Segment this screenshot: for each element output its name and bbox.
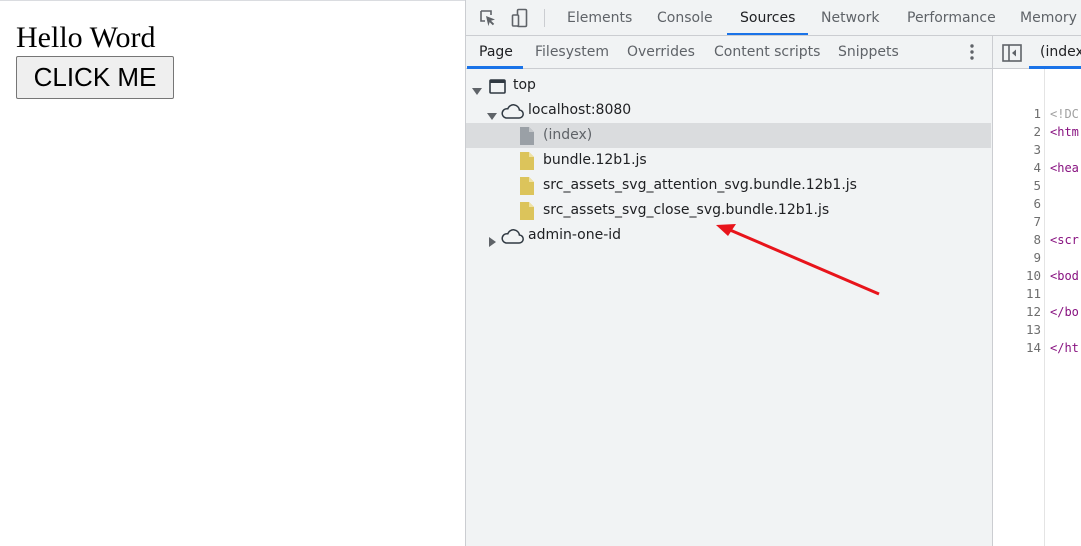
editor-tabbar: (index) <box>993 36 1081 69</box>
tab-performance[interactable]: Performance <box>907 0 996 36</box>
tab-page[interactable]: Page <box>479 36 513 69</box>
line-number: 6 <box>1033 196 1041 211</box>
code-text: <htm <box>1050 125 1079 139</box>
source-editor: (index) 1<!DC2<htm34<hea5678<scr910<bod1… <box>993 36 1081 546</box>
tree-item-label: bundle.12b1.js <box>543 152 647 168</box>
code-text: </bo <box>1050 305 1079 319</box>
line-number: 11 <box>1025 286 1041 301</box>
code-line[interactable]: 9 <box>993 249 1081 267</box>
code-line[interactable]: 11 <box>993 285 1081 303</box>
expanded-arrow-icon[interactable] <box>472 81 482 95</box>
tree-item-index[interactable]: (index) <box>466 123 991 148</box>
code-text: <hea <box>1050 161 1079 175</box>
code-line[interactable]: 10 <bod <box>993 267 1081 285</box>
code-line[interactable]: 8 <scr <box>993 231 1081 249</box>
tree-item-label: admin-one-id <box>528 227 622 243</box>
tree-item-label: top <box>513 77 536 93</box>
rendered-page: Hello Word CLICK ME <box>0 0 465 546</box>
click-me-button[interactable]: CLICK ME <box>16 56 174 99</box>
expanded-arrow-icon[interactable] <box>487 106 497 120</box>
code-line[interactable]: 2 <htm <box>993 123 1081 141</box>
tree-item-label: localhost:8080 <box>528 102 632 118</box>
code-line[interactable]: 13 <box>993 321 1081 339</box>
tree-item-label: src_assets_svg_attention_svg.bundle.12b1… <box>543 177 857 193</box>
code-line[interactable]: 7 <box>993 213 1081 231</box>
tab-network[interactable]: Network <box>821 0 879 36</box>
tab-snippets[interactable]: Snippets <box>838 36 899 69</box>
code-line[interactable]: 5 <box>993 177 1081 195</box>
line-number: 12 <box>1025 304 1041 319</box>
tab-elements[interactable]: Elements <box>567 0 632 36</box>
tree-item-localhost[interactable]: localhost:8080 <box>466 98 992 123</box>
sources-navigator: Page Filesystem Overrides Content script… <box>466 36 993 546</box>
tab-console[interactable]: Console <box>657 0 713 36</box>
inspect-element-icon[interactable] <box>478 8 498 28</box>
active-tab-indicator <box>727 33 808 35</box>
code-text: </ht <box>1050 341 1079 355</box>
collapsed-arrow-icon[interactable] <box>488 231 498 247</box>
tab-sources[interactable]: Sources <box>740 0 795 36</box>
device-toggle-icon[interactable] <box>510 8 530 28</box>
devtools-panel: Elements Console Sources Network Perform… <box>465 0 1081 546</box>
tab-overrides[interactable]: Overrides <box>627 36 695 69</box>
tree-item-top[interactable]: top <box>466 73 992 98</box>
toggle-navigator-icon[interactable] <box>1002 44 1022 62</box>
line-number: 7 <box>1033 214 1041 229</box>
navigator-tabbar: Page Filesystem Overrides Content script… <box>466 36 992 69</box>
tree-item-label: src_assets_svg_close_svg.bundle.12b1.js <box>543 202 830 218</box>
code-text: <bod <box>1050 269 1079 283</box>
line-number: 14 <box>1025 340 1041 355</box>
code-line[interactable]: 6 <box>993 195 1081 213</box>
more-vertical-icon[interactable] <box>964 42 980 64</box>
code-line[interactable]: 3 <box>993 141 1081 159</box>
tab-memory[interactable]: Memory <box>1020 0 1077 36</box>
line-number: 2 <box>1033 124 1041 139</box>
cloud-icon <box>500 228 524 253</box>
tree-item-bundle[interactable]: bundle.12b1.js <box>466 148 992 173</box>
code-text: <scr <box>1050 233 1079 247</box>
page-heading: Hello Word <box>16 21 156 54</box>
line-number: 5 <box>1033 178 1041 193</box>
devtools-main-toolbar: Elements Console Sources Network Perform… <box>466 0 1081 36</box>
line-number: 10 <box>1025 268 1041 283</box>
code-line[interactable]: 4 <hea <box>993 159 1081 177</box>
code-line[interactable]: 14 </ht <box>993 339 1081 357</box>
navigator-active-tab-indicator <box>467 66 523 69</box>
tree-item-admin-one-id[interactable]: admin-one-id <box>466 223 992 248</box>
line-number: 4 <box>1033 160 1041 175</box>
line-number: 3 <box>1033 142 1041 157</box>
code-line[interactable]: 1 <!DC <box>993 105 1081 123</box>
tree-item-close-bundle[interactable]: src_assets_svg_close_svg.bundle.12b1.js <box>466 198 992 223</box>
line-number: 9 <box>1033 250 1041 265</box>
toolbar-divider <box>544 9 545 27</box>
line-number: 13 <box>1025 322 1041 337</box>
code-line[interactable]: 12 </bo <box>993 303 1081 321</box>
code-text: <!DC <box>1050 107 1079 121</box>
tab-content-scripts[interactable]: Content scripts <box>714 36 820 69</box>
tree-item-label: (index) <box>543 127 593 143</box>
line-number: 1 <box>1033 106 1041 121</box>
tab-filesystem[interactable]: Filesystem <box>535 36 609 69</box>
line-number: 8 <box>1033 232 1041 247</box>
editor-tab-index[interactable]: (index) <box>1040 36 1081 69</box>
tree-item-attention-bundle[interactable]: src_assets_svg_attention_svg.bundle.12b1… <box>466 173 992 198</box>
